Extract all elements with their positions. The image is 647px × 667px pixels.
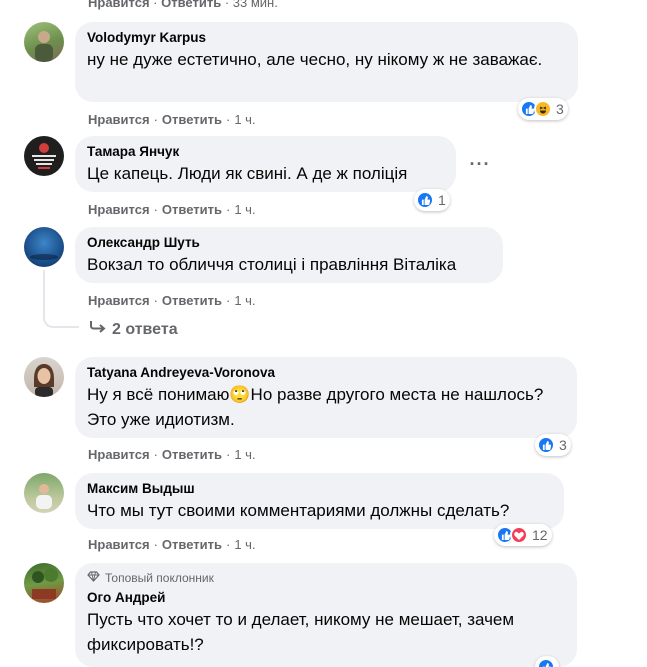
timestamp[interactable]: 1 ч. <box>234 112 255 127</box>
avatar[interactable] <box>24 136 64 176</box>
view-replies-button[interactable]: 2 ответа <box>90 320 178 339</box>
like-reaction-icon <box>416 191 434 209</box>
top-actions-row: Нравится · Ответить · 33 мин. <box>88 0 278 10</box>
reaction-summary[interactable]: 3 <box>535 434 571 456</box>
like-link[interactable]: Нравится <box>88 112 150 127</box>
like-reaction-icon <box>537 436 555 454</box>
reply-link[interactable]: Ответить <box>162 447 222 462</box>
reply-link[interactable]: Ответить <box>162 293 222 308</box>
reaction-count: 3 <box>556 101 564 117</box>
comment-author[interactable]: Ого Андрей <box>87 589 565 607</box>
avatar[interactable] <box>24 227 64 267</box>
reaction-summary[interactable]: 3 <box>518 98 568 120</box>
haha-reaction-icon <box>534 100 552 118</box>
comment-text: Вокзал то обличчя столиці і правління Ві… <box>87 255 457 274</box>
top-fan-label: Топовый поклонник <box>105 571 214 585</box>
reaction-count: 12 <box>532 527 548 543</box>
comment-bubble: Тамара Янчук Це капець. Люди як свині. А… <box>75 136 456 192</box>
more-horizontal-icon: ··· <box>469 153 491 174</box>
like-link[interactable]: Нравится <box>88 537 150 552</box>
comment-author[interactable]: Volodymyr Karpus <box>87 29 566 47</box>
timestamp[interactable]: 33 мин. <box>233 0 278 10</box>
like-reaction-icon <box>537 658 555 667</box>
comment-actions: Нравится · Ответить · 1 ч. <box>88 202 256 217</box>
like-link[interactable]: Нравится <box>88 202 150 217</box>
love-reaction-icon <box>510 526 528 544</box>
comment-text: Что мы тут своими комментариями должны с… <box>87 501 510 520</box>
comment-actions: Нравится · Ответить · 1 ч. <box>88 112 256 127</box>
reaction-summary[interactable]: 1 <box>414 189 450 211</box>
avatar[interactable] <box>24 563 64 603</box>
comment-text: Це капець. Люди як свині. А де ж поліція <box>87 164 408 183</box>
comment-text: ну не дуже естетично, але чесно, ну ніко… <box>87 50 543 69</box>
comment-author[interactable]: Тамара Янчук <box>87 143 444 161</box>
avatar[interactable] <box>24 357 64 397</box>
comment-bubble: Топовый поклонник Ого Андрей Пусть что х… <box>75 563 577 667</box>
timestamp[interactable]: 1 ч. <box>234 293 255 308</box>
comment-bubble: Олександр Шуть Вокзал то обличчя столиці… <box>75 227 503 283</box>
comment-bubble: Максим Выдыш Что мы тут своими комментар… <box>75 473 564 529</box>
like-link[interactable]: Нравится <box>88 0 150 10</box>
like-link[interactable]: Нравится <box>88 447 150 462</box>
reply-link[interactable]: Ответить <box>162 112 222 127</box>
comment-feed: Нравится · Ответить · 33 мин. Volodymyr … <box>0 0 647 667</box>
comment-author[interactable]: Tatyana Andreyeva-Voronova <box>87 364 565 382</box>
like-link[interactable]: Нравится <box>88 293 150 308</box>
avatar[interactable] <box>24 22 64 62</box>
timestamp[interactable]: 1 ч. <box>234 537 255 552</box>
reaction-count: 3 <box>559 437 567 453</box>
comment-bubble: Volodymyr Karpus ну не дуже естетично, а… <box>75 22 578 102</box>
top-fan-badge[interactable]: Топовый поклонник <box>87 570 565 586</box>
more-options-button[interactable]: ··· <box>466 150 494 178</box>
comment-text: Ну я всё понимаю🙄Но разве другого места … <box>87 385 544 429</box>
comment-author[interactable]: Олександр Шуть <box>87 234 491 252</box>
reply-link[interactable]: Ответить <box>162 537 222 552</box>
reply-arrow-icon <box>90 320 106 339</box>
diamond-icon <box>87 570 100 586</box>
reaction-summary[interactable]: 12 <box>494 524 552 546</box>
comment-bubble: Tatyana Andreyeva-Voronova Ну я всё пони… <box>75 357 577 438</box>
comment-actions: Нравится · Ответить · 1 ч. <box>88 293 256 308</box>
reply-link[interactable]: Ответить <box>161 0 221 10</box>
comment-author[interactable]: Максим Выдыш <box>87 480 552 498</box>
reply-link[interactable]: Ответить <box>162 202 222 217</box>
comment-text: Пусть что хочет то и делает, никому не м… <box>87 610 515 654</box>
timestamp[interactable]: 1 ч. <box>234 447 255 462</box>
comment-actions: Нравится · Ответить · 1 ч. <box>88 447 256 462</box>
timestamp[interactable]: 1 ч. <box>234 202 255 217</box>
reaction-count: 1 <box>438 192 446 208</box>
replies-count-label: 2 ответа <box>112 321 178 338</box>
thread-connector <box>43 270 79 328</box>
comment-actions: Нравится · Ответить · 1 ч. <box>88 537 256 552</box>
avatar[interactable] <box>24 473 64 513</box>
